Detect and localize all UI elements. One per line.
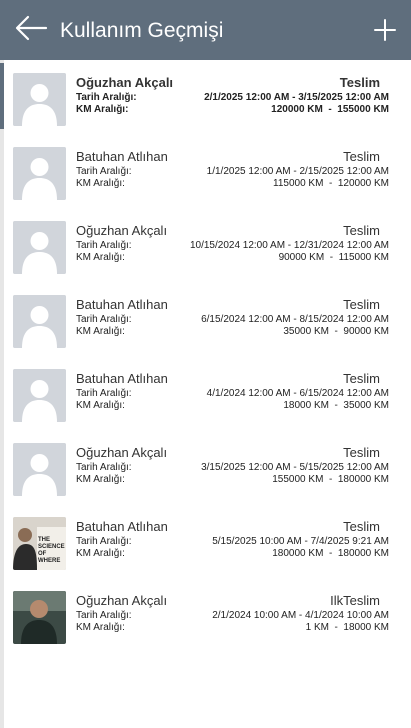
km-range-label: KM Aralığı:	[76, 178, 125, 189]
date-range-value: 10/15/2024 12:00 AM - 12/31/2024 12:00 A…	[189, 240, 389, 251]
km-range-label: KM Aralığı:	[76, 474, 125, 485]
date-range-label: Tarih Aralığı:	[76, 610, 132, 621]
km-range-label: KM Aralığı:	[76, 548, 125, 559]
km-range-value: 35000 KM - 90000 KM	[283, 326, 389, 337]
date-range-value: 4/1/2024 12:00 AM - 6/15/2024 12:00 AM	[206, 388, 389, 399]
add-icon[interactable]	[373, 18, 397, 42]
history-list-item[interactable]: Oğuzhan Akçalı Teslim Tarih Aralığı: 3/1…	[0, 433, 411, 507]
page-title: Kullanım Geçmişi	[60, 19, 224, 42]
status-label: Teslim	[343, 149, 380, 164]
history-list-item[interactable]: Oğuzhan Akçalı IlkTeslim Tarih Aralığı: …	[0, 581, 411, 655]
date-range-label: Tarih Aralığı:	[76, 388, 132, 399]
km-range-label: KM Aralığı:	[76, 104, 129, 115]
km-range-label: KM Aralığı:	[76, 400, 125, 411]
status-label: Teslim	[343, 371, 380, 386]
date-range-label: Tarih Aralığı:	[76, 314, 132, 325]
usage-history-list: Oğuzhan Akçalı Teslim Tarih Aralığı: 2/1…	[0, 60, 411, 728]
selection-indicator	[0, 63, 4, 129]
user-name: Batuhan Atlıhan	[76, 371, 168, 386]
status-label: Teslim	[343, 519, 380, 534]
date-range-label: Tarih Aralığı:	[76, 462, 132, 473]
history-list-item[interactable]: THE SCIENCE OF WHERE Batuhan Atlıhan Tes…	[0, 507, 411, 581]
history-list-item[interactable]: Oğuzhan Akçalı Teslim Tarih Aralığı: 10/…	[0, 211, 411, 285]
date-range-value: 2/1/2024 10:00 AM - 4/1/2024 10:00 AM	[212, 610, 389, 621]
user-avatar	[13, 443, 66, 496]
user-name: Oğuzhan Akçalı	[76, 223, 168, 238]
status-label: Teslim	[343, 223, 380, 238]
avatar-photo-caption: THE SCIENCE OF WHERE	[38, 537, 65, 564]
km-range-value: 180000 KM - 180000 KM	[272, 548, 389, 559]
user-name: Oğuzhan Akçalı	[76, 593, 168, 608]
user-avatar: THE SCIENCE OF WHERE	[13, 517, 66, 570]
status-label: Teslim	[343, 297, 380, 312]
km-range-value: 1 KM - 18000 KM	[305, 622, 389, 633]
history-list-item[interactable]: Oğuzhan Akçalı Teslim Tarih Aralığı: 2/1…	[0, 63, 411, 137]
date-range-value: 3/15/2025 12:00 AM - 5/15/2025 12:00 AM	[201, 462, 389, 473]
date-range-label: Tarih Aralığı:	[76, 536, 132, 547]
date-range-label: Tarih Aralığı:	[76, 166, 132, 177]
km-range-value: 155000 KM - 180000 KM	[272, 474, 389, 485]
back-arrow-icon[interactable]	[14, 14, 48, 42]
user-avatar	[13, 369, 66, 422]
user-name: Batuhan Atlıhan	[76, 297, 168, 312]
history-list-item[interactable]: Batuhan Atlıhan Teslim Tarih Aralığı: 6/…	[0, 285, 411, 359]
app-header: Kullanım Geçmişi	[0, 0, 411, 60]
date-range-value: 6/15/2024 12:00 AM - 8/15/2024 12:00 AM	[201, 314, 389, 325]
user-avatar	[13, 221, 66, 274]
status-label: Teslim	[343, 445, 380, 460]
user-name: Oğuzhan Akçalı	[76, 445, 168, 460]
km-range-value: 120000 KM - 155000 KM	[271, 104, 389, 115]
history-list-item[interactable]: Batuhan Atlıhan Teslim Tarih Aralığı: 1/…	[0, 137, 411, 211]
date-range-value: 2/1/2025 12:00 AM - 3/15/2025 12:00 AM	[204, 92, 389, 103]
km-range-label: KM Aralığı:	[76, 252, 125, 263]
date-range-value: 1/1/2025 12:00 AM - 2/15/2025 12:00 AM	[206, 166, 389, 177]
user-avatar	[13, 73, 66, 126]
km-range-label: KM Aralığı:	[76, 622, 125, 633]
user-name: Batuhan Atlıhan	[76, 519, 168, 534]
user-avatar	[13, 147, 66, 200]
user-name: Batuhan Atlıhan	[76, 149, 168, 164]
km-range-label: KM Aralığı:	[76, 326, 125, 337]
user-avatar	[13, 591, 66, 644]
km-range-value: 90000 KM - 115000 KM	[278, 252, 389, 263]
history-list-item[interactable]: Batuhan Atlıhan Teslim Tarih Aralığı: 4/…	[0, 359, 411, 433]
status-label: Teslim	[339, 75, 380, 90]
date-range-label: Tarih Aralığı:	[76, 92, 137, 103]
user-avatar	[13, 295, 66, 348]
km-range-value: 18000 KM - 35000 KM	[283, 400, 389, 411]
date-range-value: 5/15/2025 10:00 AM - 7/4/2025 9:21 AM	[212, 536, 389, 547]
date-range-label: Tarih Aralığı:	[76, 240, 132, 251]
status-label: IlkTeslim	[330, 593, 380, 608]
km-range-value: 115000 KM - 120000 KM	[273, 178, 389, 189]
user-name: Oğuzhan Akçalı	[76, 75, 174, 90]
